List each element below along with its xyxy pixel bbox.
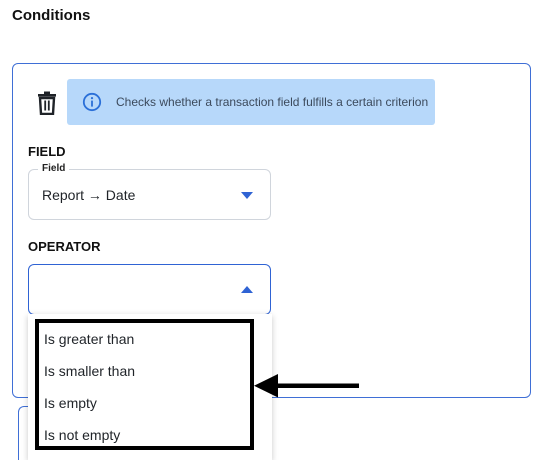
field-select[interactable]: Field Report → Date xyxy=(28,163,271,220)
info-banner: Checks whether a transaction field fulfi… xyxy=(67,79,435,125)
conditions-page: Conditions Checks whether a transaction … xyxy=(0,0,547,460)
chevron-down-icon xyxy=(241,192,253,199)
operator-select[interactable] xyxy=(28,264,271,315)
annotation-highlight-box xyxy=(35,319,254,450)
info-circle-icon xyxy=(82,92,102,112)
field-heading: FIELD xyxy=(28,144,66,159)
field-select-label: Field xyxy=(38,163,70,175)
trash-icon xyxy=(38,91,56,116)
section-title: Conditions xyxy=(12,7,91,24)
operator-heading: OPERATOR xyxy=(28,239,101,254)
delete-condition-button[interactable] xyxy=(36,91,58,116)
field-select-value: Report → Date xyxy=(42,187,136,203)
info-banner-text: Checks whether a transaction field fulfi… xyxy=(116,95,429,109)
arrow-left-icon xyxy=(254,374,359,398)
chevron-up-icon xyxy=(241,286,253,293)
